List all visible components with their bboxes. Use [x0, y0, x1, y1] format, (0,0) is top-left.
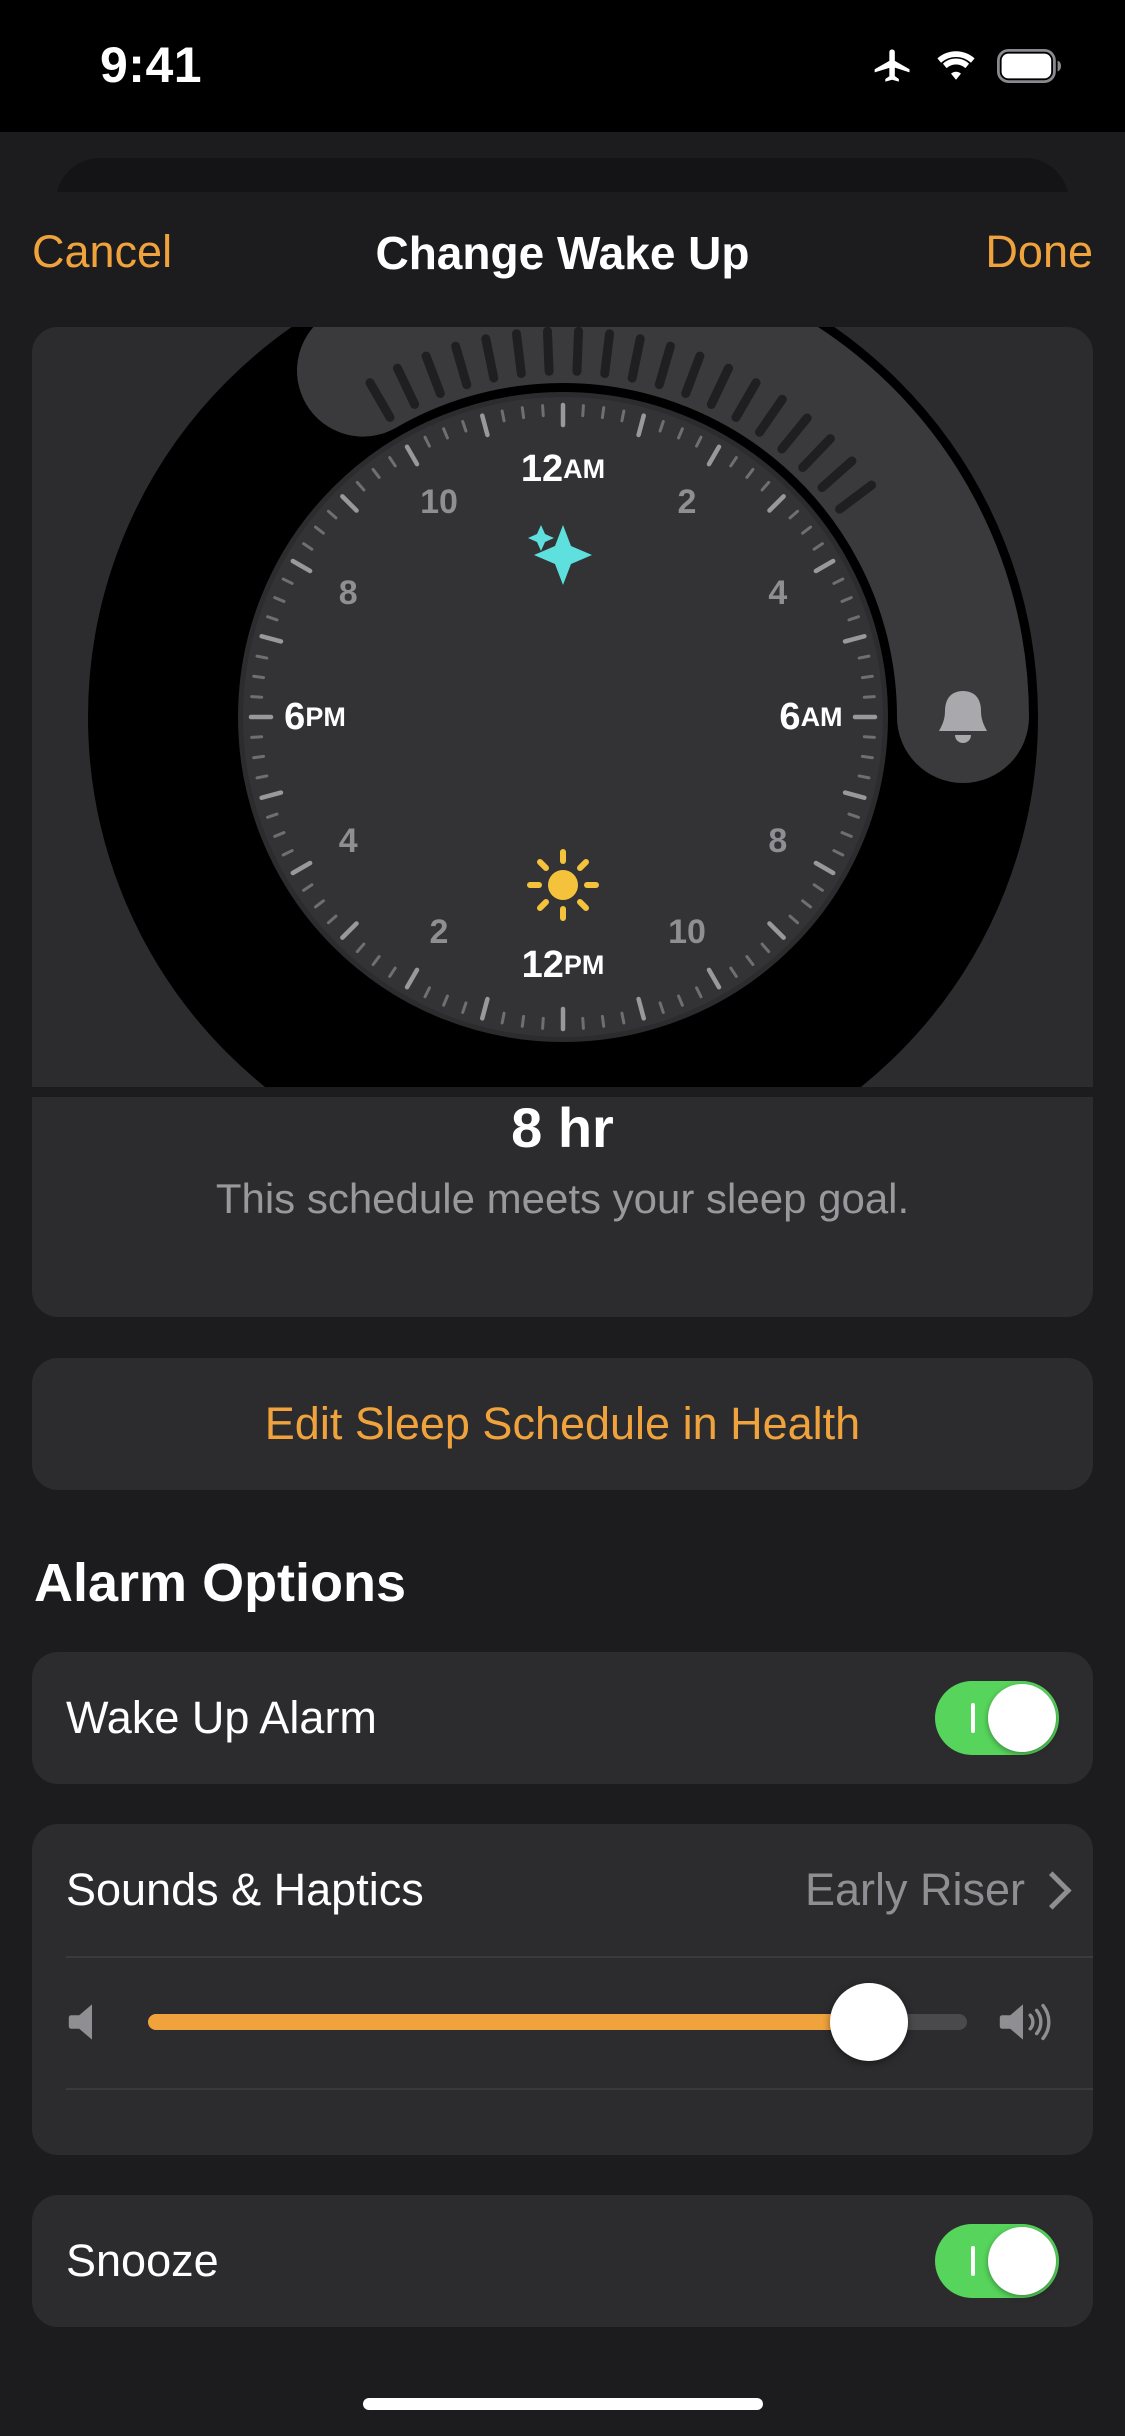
dial-tick: [580, 404, 585, 418]
sleep-dial-svg[interactable]: 12AM 6AM 12PM 6PM 2 4 8 10 2 4 8 10: [73, 327, 1053, 1087]
dial-minor-label: 10: [420, 483, 458, 521]
dial-minor-label: 10: [668, 913, 706, 951]
dial-tick: [500, 409, 506, 423]
sounds-haptics-control: Early Riser: [805, 1864, 1059, 1916]
status-bar-icons: [871, 44, 1063, 88]
snooze-label: Snooze: [66, 2235, 219, 2286]
wake-handle[interactable]: [907, 661, 1019, 773]
speaker-low-icon: [68, 2004, 92, 2040]
dial-tick: [860, 674, 874, 680]
status-bar-time: 9:41: [100, 37, 203, 93]
dial-tick: [520, 1014, 525, 1028]
dial-major-label: 12AM: [520, 448, 604, 490]
wake-up-alarm-control: [935, 1681, 1059, 1755]
dial-tick: [860, 754, 874, 760]
alarm-volume-knob[interactable]: [829, 1983, 908, 2061]
sounds-haptics-label: Sounds & Haptics: [66, 1864, 424, 1915]
segment-tick: [599, 329, 614, 379]
dial-tick: [862, 695, 876, 699]
sun-icon: [526, 849, 599, 921]
dial-major-label: 6AM: [779, 696, 842, 738]
dial-major-label: 12PM: [521, 944, 604, 986]
dial-minor-label: 4: [768, 574, 787, 612]
dial-tick: [619, 409, 625, 423]
row-snooze[interactable]: Snooze: [32, 2195, 1093, 2327]
sleep-duration-value: 8 hr: [511, 1096, 614, 1159]
sleep-goal-note: This schedule meets your sleep goal.: [215, 1175, 910, 1222]
toggle-on-indicator: [971, 2246, 975, 2276]
dial-tick: [254, 774, 268, 780]
alarm-volume-row[interactable]: [32, 1956, 1093, 2088]
dial-tick: [857, 654, 871, 660]
segment-tick: [571, 327, 583, 376]
dial-tick: [540, 404, 545, 418]
dial-tick: [619, 1011, 625, 1025]
dial-minor-label: 8: [768, 822, 787, 860]
chevron-right-icon: [1039, 1873, 1059, 1907]
dial-tick: [540, 1016, 545, 1030]
dial-tick: [520, 406, 525, 420]
wifi-icon: [937, 51, 975, 80]
alarm-volume-fill: [148, 2014, 869, 2030]
edit-sleep-schedule-label: Edit Sleep Schedule in Health: [264, 1398, 861, 1449]
row-sounds-haptics[interactable]: Sounds & Haptics Early Riser: [32, 1824, 1093, 1956]
dial-minor-label: 2: [429, 913, 448, 951]
dial-minor-label: 2: [677, 483, 696, 521]
dial-tick: [857, 774, 871, 780]
snooze-control: [935, 2224, 1059, 2298]
snooze-group: Snooze: [32, 2195, 1093, 2327]
iphone-screen: 9:41 Cancel Change Wake Up Done 12AM 6AM…: [0, 0, 1125, 2436]
dial-tick: [600, 406, 605, 420]
alarm-options-header: Alarm Options: [34, 1553, 407, 1613]
speaker-high-icon: [999, 2003, 1051, 2041]
status-bar: 9:41: [0, 0, 1125, 132]
alarm-volume-slider[interactable]: [148, 1983, 967, 2061]
dial-tick: [249, 695, 263, 699]
snooze-toggle[interactable]: [935, 2224, 1059, 2298]
wake-up-alarm-label: Wake Up Alarm: [66, 1692, 377, 1743]
sounds-haptics-value: Early Riser: [804, 1864, 1025, 1915]
sleep-duration-block: 8 hr This schedule meets your sleep goal…: [32, 1096, 1093, 1317]
done-button[interactable]: Done: [985, 226, 1093, 278]
sleep-dial-card: 12AM 6AM 12PM 6PM 2 4 8 10 2 4 8 10: [32, 327, 1093, 1087]
row-separator: [66, 2088, 1093, 2090]
edit-sleep-schedule-button[interactable]: Edit Sleep Schedule in Health: [32, 1358, 1093, 1490]
segment-tick: [511, 329, 526, 379]
dial-major-label: 6PM: [284, 696, 346, 738]
toggle-on-indicator: [971, 1703, 975, 1733]
dial-tick: [251, 674, 265, 680]
row-wake-up-alarm[interactable]: Wake Up Alarm: [32, 1652, 1093, 1784]
dial-tick: [600, 1014, 605, 1028]
airplane-mode-icon: [874, 49, 910, 82]
change-wake-up-sheet: Cancel Change Wake Up Done 12AM 6AM 12PM…: [0, 192, 1125, 2436]
dial-minor-label: 4: [338, 822, 357, 860]
dial-tick: [580, 1016, 585, 1030]
wake-up-alarm-group: Wake Up Alarm: [32, 1652, 1093, 1784]
dial-tick: [254, 654, 268, 660]
wake-up-alarm-toggle[interactable]: [935, 1681, 1059, 1755]
page-title: Change Wake Up: [375, 227, 750, 279]
sleep-dial[interactable]: 12AM 6AM 12PM 6PM 2 4 8 10 2 4 8 10: [73, 327, 1053, 1087]
toggle-knob: [988, 2227, 1056, 2295]
home-indicator: [362, 2398, 763, 2410]
dial-minor-label: 8: [338, 574, 357, 612]
segment-tick: [542, 327, 554, 376]
battery-icon: [997, 49, 1061, 83]
toggle-knob: [988, 1684, 1056, 1752]
navigation-bar: Cancel Change Wake Up Done: [0, 192, 1125, 320]
dial-tick: [862, 735, 876, 739]
dial-tick: [500, 1011, 506, 1025]
sounds-haptics-group: Sounds & Haptics Early Riser: [32, 1824, 1093, 2155]
dial-tick: [249, 735, 263, 739]
dial-tick: [251, 754, 265, 760]
